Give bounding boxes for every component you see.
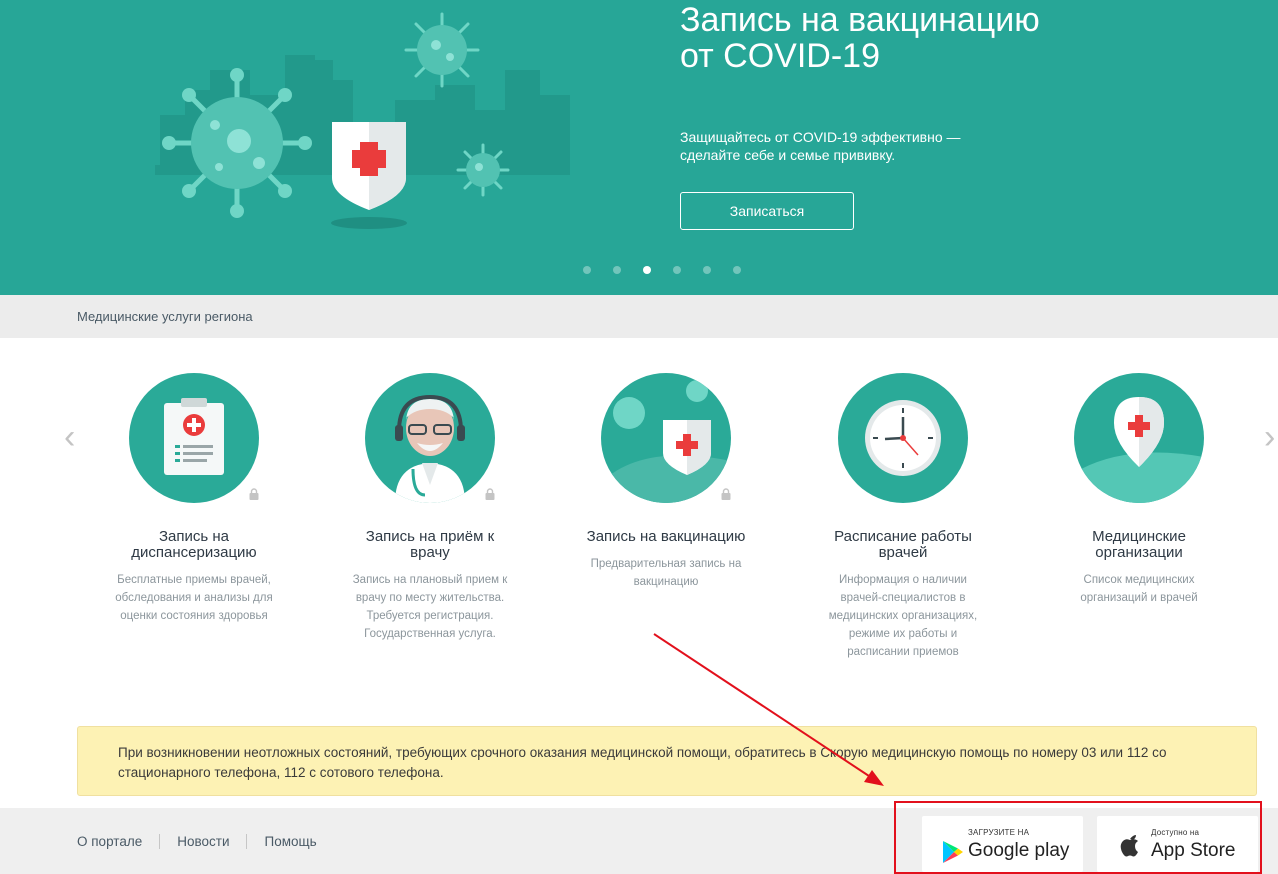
- clipboard-icon: [129, 373, 259, 503]
- service-description: Бесплатные приемы врачей, обследования и…: [115, 574, 273, 622]
- hero-subtitle: Защищайтесь от COVID-19 эффективно — сде…: [680, 129, 961, 163]
- annotation-highlight-box: [894, 801, 1262, 874]
- section-header: Медицинские услуги региона: [0, 295, 1278, 338]
- footer-links: О портале Новости Помощь: [77, 834, 334, 849]
- carousel-dot[interactable]: [673, 266, 681, 274]
- footer-link-about[interactable]: О портале: [77, 834, 159, 849]
- carousel-dot-active[interactable]: [643, 266, 651, 274]
- service-card-dispanserization[interactable]: Запись на диспансеризацию Бесплатные при…: [104, 373, 284, 625]
- service-title: Медицинские организации: [1092, 528, 1186, 561]
- clock-icon: [838, 373, 968, 503]
- emergency-notice: При возникновении неотложных состояний, …: [77, 726, 1257, 796]
- service-title: Расписание работы врачей: [834, 528, 972, 561]
- carousel-dot[interactable]: [733, 266, 741, 274]
- lock-icon: [485, 488, 495, 500]
- lock-icon: [249, 488, 259, 500]
- carousel-dot[interactable]: [583, 266, 591, 274]
- section-title: Медицинские услуги региона: [77, 309, 253, 324]
- service-card-vaccination[interactable]: Запись на вакцинацию Предварительная зап…: [576, 373, 756, 591]
- sign-up-button[interactable]: Записаться: [680, 192, 854, 230]
- hero-title: Запись на вакцинацию от COVID-19: [680, 1, 1040, 75]
- service-card-doctor-appointment[interactable]: Запись на приём к врачу Запись на планов…: [340, 373, 520, 643]
- service-description: Предварительная запись на вакцинацию: [590, 558, 742, 588]
- lock-icon: [721, 488, 731, 500]
- service-title: Запись на диспансеризацию: [131, 528, 257, 561]
- footer-link-news[interactable]: Новости: [159, 834, 246, 849]
- carousel-prev-button[interactable]: ‹: [64, 420, 75, 454]
- map-pin-icon: [1074, 373, 1204, 503]
- carousel-dot[interactable]: [613, 266, 621, 274]
- vaccine-shield-icon: [601, 373, 731, 503]
- doctor-icon: [365, 373, 495, 503]
- covid-illustration: [155, 12, 570, 229]
- service-description: Запись на плановый прием к врачу по мест…: [352, 574, 508, 640]
- service-card-medical-organizations[interactable]: Медицинские организации Список медицинск…: [1049, 373, 1229, 607]
- service-title: Запись на вакцинацию: [586, 528, 746, 545]
- service-description: Информация о наличии врачей-специалистов…: [828, 574, 978, 658]
- service-description: Список медицинских организаций и врачей: [1080, 574, 1198, 604]
- carousel-dots: [583, 266, 741, 274]
- footer-link-help[interactable]: Помощь: [246, 834, 333, 849]
- service-card-doctor-schedule[interactable]: Расписание работы врачей Информация о на…: [813, 373, 993, 661]
- carousel-next-button[interactable]: ›: [1264, 420, 1275, 454]
- carousel-dot[interactable]: [703, 266, 711, 274]
- service-title: Запись на приём к врачу: [365, 528, 495, 561]
- hero-banner: Запись на вакцинацию от COVID-19 Защищай…: [0, 0, 1278, 295]
